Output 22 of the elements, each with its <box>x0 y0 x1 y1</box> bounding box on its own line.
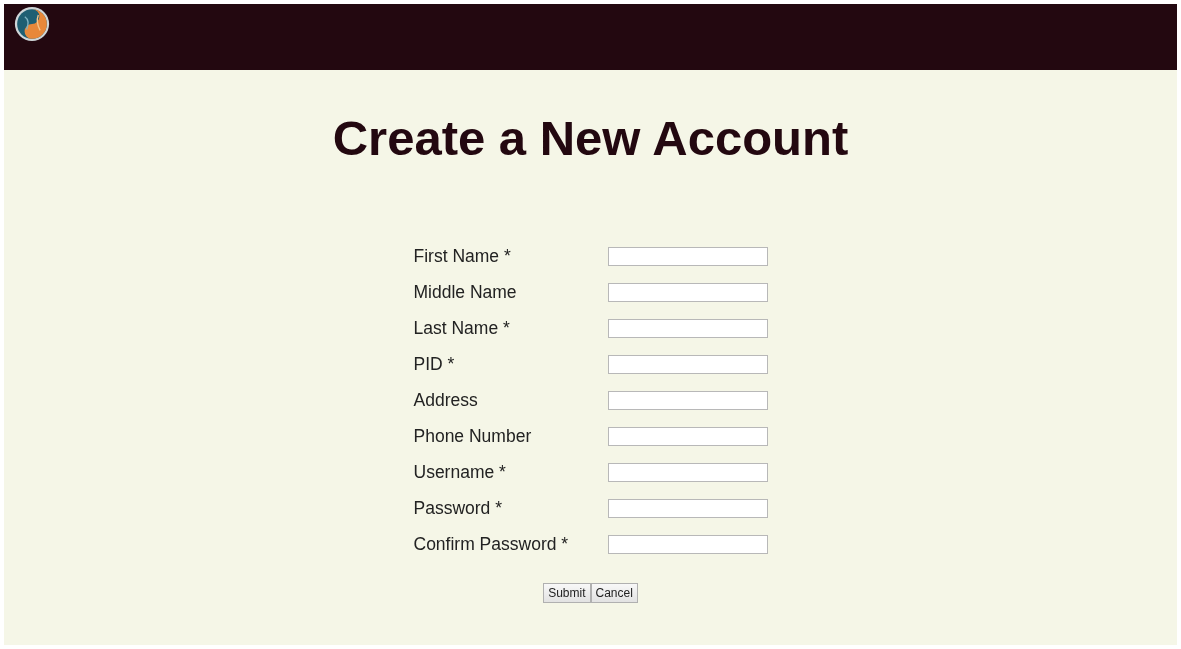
form-button[interactable]: Cancel <box>590 582 638 603</box>
page-title: Create a New Account <box>332 112 849 166</box>
input-field[interactable] <box>607 498 768 518</box>
input-field[interactable] <box>607 246 768 266</box>
input-field[interactable] <box>607 534 768 554</box>
field-label: Phone Number <box>413 425 533 447</box>
input-field[interactable] <box>607 354 768 374</box>
field-label: Confirm Password * <box>413 533 570 555</box>
field-label: First Name * <box>413 245 512 267</box>
input-field[interactable] <box>607 318 768 338</box>
input-field[interactable] <box>607 282 768 302</box>
logo-icon[interactable] <box>14 6 50 42</box>
input-field[interactable] <box>607 462 768 482</box>
input-field[interactable] <box>607 390 768 410</box>
field-label: Address <box>413 389 479 411</box>
field-label: Last Name * <box>413 317 511 339</box>
field-label: Password * <box>413 497 503 519</box>
field-label: Username * <box>413 461 507 483</box>
field-label: Middle Name <box>413 281 518 303</box>
field-label: PID * <box>413 353 456 375</box>
input-field[interactable] <box>607 426 768 446</box>
form-button[interactable]: Submit <box>543 582 591 603</box>
